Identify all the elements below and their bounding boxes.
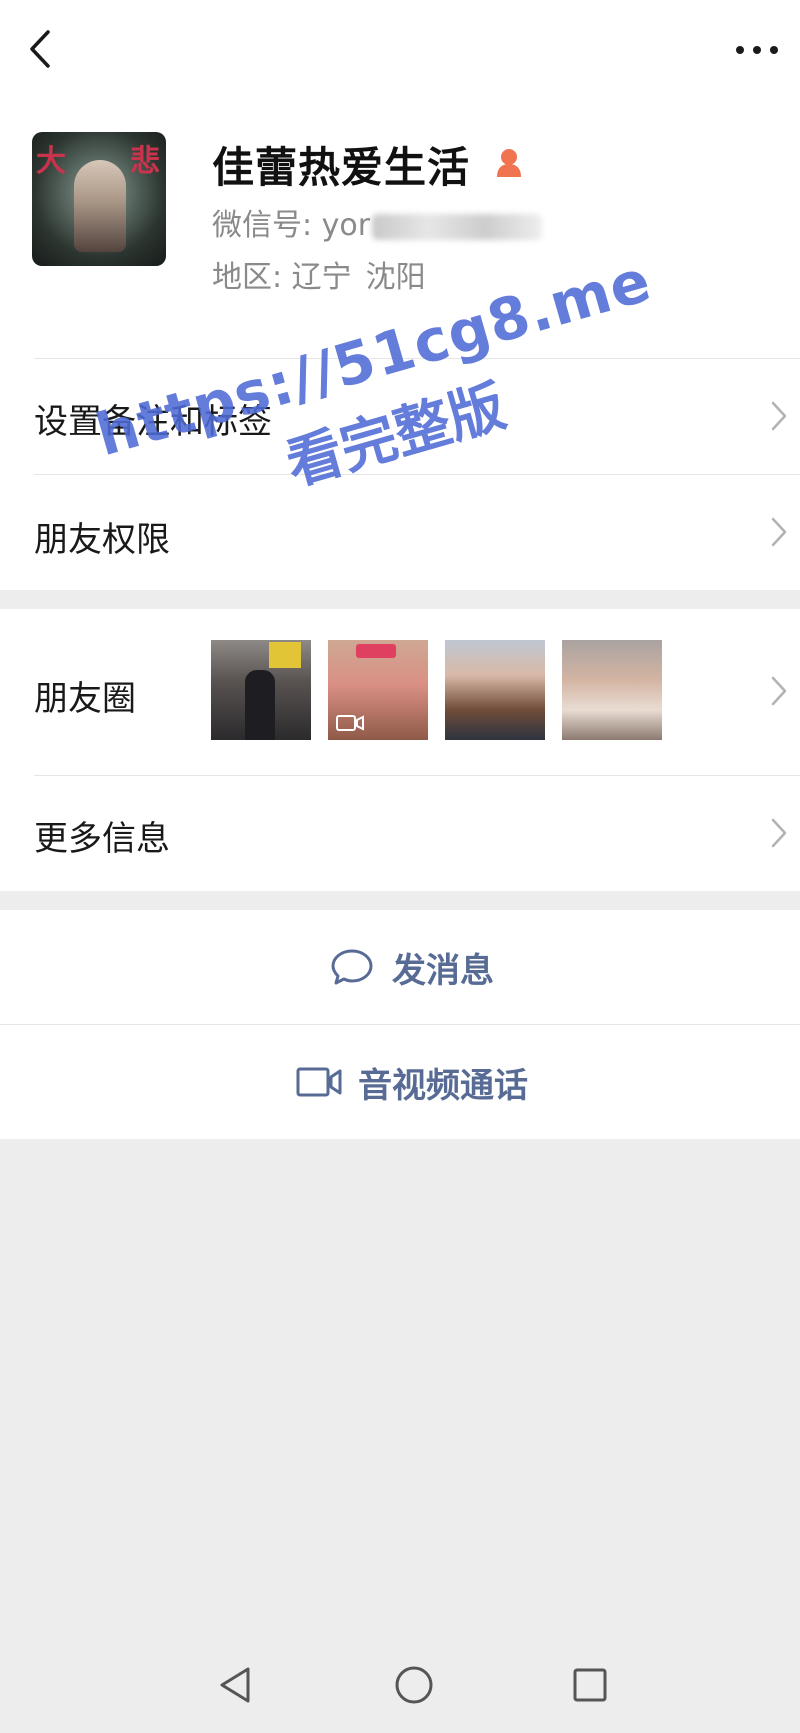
wechat-id-label: 微信号: bbox=[212, 208, 322, 243]
avatar[interactable]: 大 悲 bbox=[32, 132, 166, 266]
moments-photo-thumbnail[interactable] bbox=[562, 640, 662, 740]
video-camera-icon bbox=[336, 715, 364, 731]
more-info-label: 更多信息 bbox=[34, 819, 170, 859]
region-label: 地区: bbox=[212, 260, 292, 295]
remark-tags-label: 设置备注和标签 bbox=[34, 402, 272, 442]
more-dots-icon bbox=[736, 46, 778, 54]
divider bbox=[34, 775, 800, 776]
wechat-id-value: yor bbox=[321, 208, 371, 243]
chevron-right-icon bbox=[771, 676, 787, 706]
friend-permissions-cell[interactable]: 朋友权限 bbox=[0, 474, 800, 590]
person-shape bbox=[245, 670, 275, 740]
moments-video-thumbnail[interactable] bbox=[328, 640, 428, 740]
friend-permissions-label: 朋友权限 bbox=[34, 520, 170, 560]
remark-tags-cell[interactable]: 设置备注和标签 bbox=[0, 358, 800, 474]
send-message-label: 发消息 bbox=[392, 950, 494, 991]
chat-bubble-icon bbox=[331, 949, 373, 985]
moments-photo-thumbnail[interactable] bbox=[445, 640, 545, 740]
divider bbox=[34, 358, 800, 359]
avatar-art: 悲 bbox=[130, 144, 160, 179]
nav-recents-square-icon[interactable] bbox=[568, 1663, 612, 1707]
wechat-id-row: 微信号: yor bbox=[212, 200, 543, 244]
more-info-cell[interactable]: 更多信息 bbox=[0, 775, 800, 891]
chevron-right-icon bbox=[771, 517, 787, 547]
moments-cell[interactable]: 朋友圈 bbox=[0, 609, 800, 775]
nav-home-circle-icon[interactable] bbox=[392, 1663, 436, 1707]
video-call-button[interactable]: 音视频通话 bbox=[0, 1024, 800, 1139]
video-camera-icon bbox=[296, 1067, 342, 1097]
wechat-id-redacted bbox=[372, 213, 543, 240]
more-button[interactable] bbox=[732, 30, 782, 70]
moments-label: 朋友圈 bbox=[34, 679, 136, 719]
profile-name: 佳蕾热爱生活 bbox=[212, 143, 471, 192]
send-message-button[interactable]: 发消息 bbox=[0, 910, 800, 1024]
moments-photo-thumbnail[interactable] bbox=[211, 640, 311, 740]
back-button[interactable] bbox=[22, 26, 62, 72]
chevron-right-icon bbox=[771, 401, 787, 431]
nav-back-triangle-icon[interactable] bbox=[214, 1663, 258, 1707]
avatar-figure bbox=[74, 160, 126, 252]
avatar-art: 大 bbox=[36, 144, 66, 179]
region-row: 地区: 辽宁 沈阳 bbox=[212, 252, 440, 296]
profile-card: 大 悲 佳蕾热爱生活 微信号: yor 地区: 辽宁 沈阳 bbox=[0, 100, 800, 358]
video-call-label: 音视频通话 bbox=[358, 1065, 528, 1106]
female-icon bbox=[497, 149, 521, 177]
region-city: 沈阳 bbox=[365, 260, 426, 295]
system-nav-bar bbox=[0, 1633, 800, 1733]
region-province: 辽宁 bbox=[291, 260, 352, 295]
top-bar bbox=[0, 0, 800, 100]
sign-shape bbox=[269, 642, 301, 668]
chevron-left-icon bbox=[30, 30, 50, 68]
label-shape bbox=[356, 644, 396, 658]
chevron-right-icon bbox=[771, 818, 787, 848]
divider bbox=[34, 474, 800, 475]
